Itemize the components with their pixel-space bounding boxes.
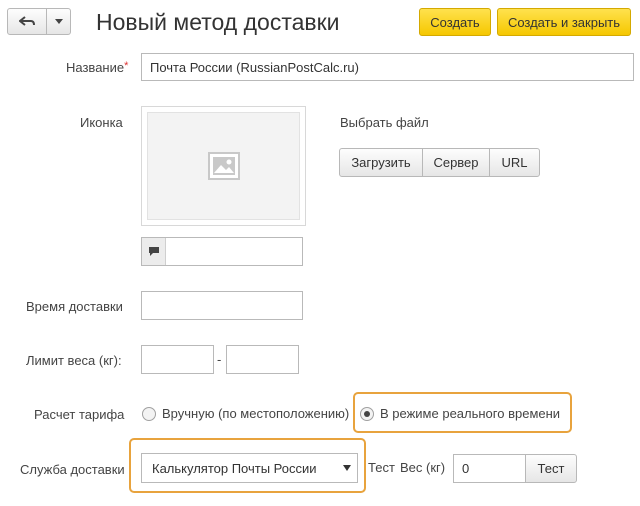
history-dropdown-button[interactable] — [46, 8, 71, 35]
delivery-service-select[interactable]: Калькулятор Почты России — [141, 453, 358, 483]
delivery-service-label: Служба доставки — [20, 462, 125, 477]
tariff-option-realtime[interactable]: В режиме реального времени — [360, 406, 560, 421]
back-arrow-icon — [19, 15, 35, 26]
upload-button[interactable]: Загрузить — [339, 148, 423, 177]
create-and-close-button[interactable]: Создать и закрыть — [497, 8, 631, 36]
delivery-time-input[interactable] — [141, 291, 303, 320]
icon-label: Иконка — [80, 115, 123, 130]
create-button[interactable]: Создать — [419, 8, 491, 36]
test-button[interactable]: Тест — [525, 454, 577, 483]
weight-limit-label: Лимит веса (кг): — [26, 353, 122, 368]
tariff-label: Расчет тарифа — [34, 407, 125, 422]
comment-icon-box — [142, 238, 166, 265]
tariff-option-manual[interactable]: Вручную (по местоположению) — [142, 406, 349, 421]
url-button[interactable]: URL — [489, 148, 540, 177]
server-button[interactable]: Сервер — [422, 148, 490, 177]
icon-comment-field[interactable] — [141, 237, 303, 266]
required-mark: * — [124, 60, 129, 72]
page-title: Новый метод доставки — [96, 9, 340, 35]
weight-limit-from-input[interactable] — [141, 345, 214, 374]
tariff-option-realtime-label: В режиме реального времени — [380, 406, 561, 421]
choose-file-label: Выбрать файл — [340, 115, 429, 130]
weight-kg-label: Вес (кг) — [400, 460, 446, 475]
name-label: Название* — [66, 60, 128, 75]
name-label-text: Название — [66, 60, 125, 75]
tariff-option-manual-label: Вручную (по местоположению) — [162, 406, 350, 421]
name-input[interactable]: Почта России (RussianPostCalc.ru) — [141, 53, 634, 81]
icon-preview-frame[interactable] — [141, 106, 306, 226]
delivery-time-label: Время доставки — [26, 299, 123, 314]
comment-icon — [149, 247, 159, 256]
test-text: Тест — [368, 460, 395, 475]
delivery-service-value: Калькулятор Почты России — [152, 460, 317, 476]
radio-manual[interactable] — [142, 406, 156, 421]
test-weight-input[interactable]: 0 — [453, 454, 527, 483]
dropdown-arrow-icon — [343, 465, 351, 471]
image-placeholder-icon — [208, 152, 240, 180]
radio-realtime[interactable] — [360, 406, 374, 421]
back-button[interactable] — [7, 8, 47, 35]
chevron-down-icon — [54, 19, 63, 24]
weight-limit-separator: - — [217, 352, 222, 367]
weight-limit-to-input[interactable] — [226, 345, 299, 374]
